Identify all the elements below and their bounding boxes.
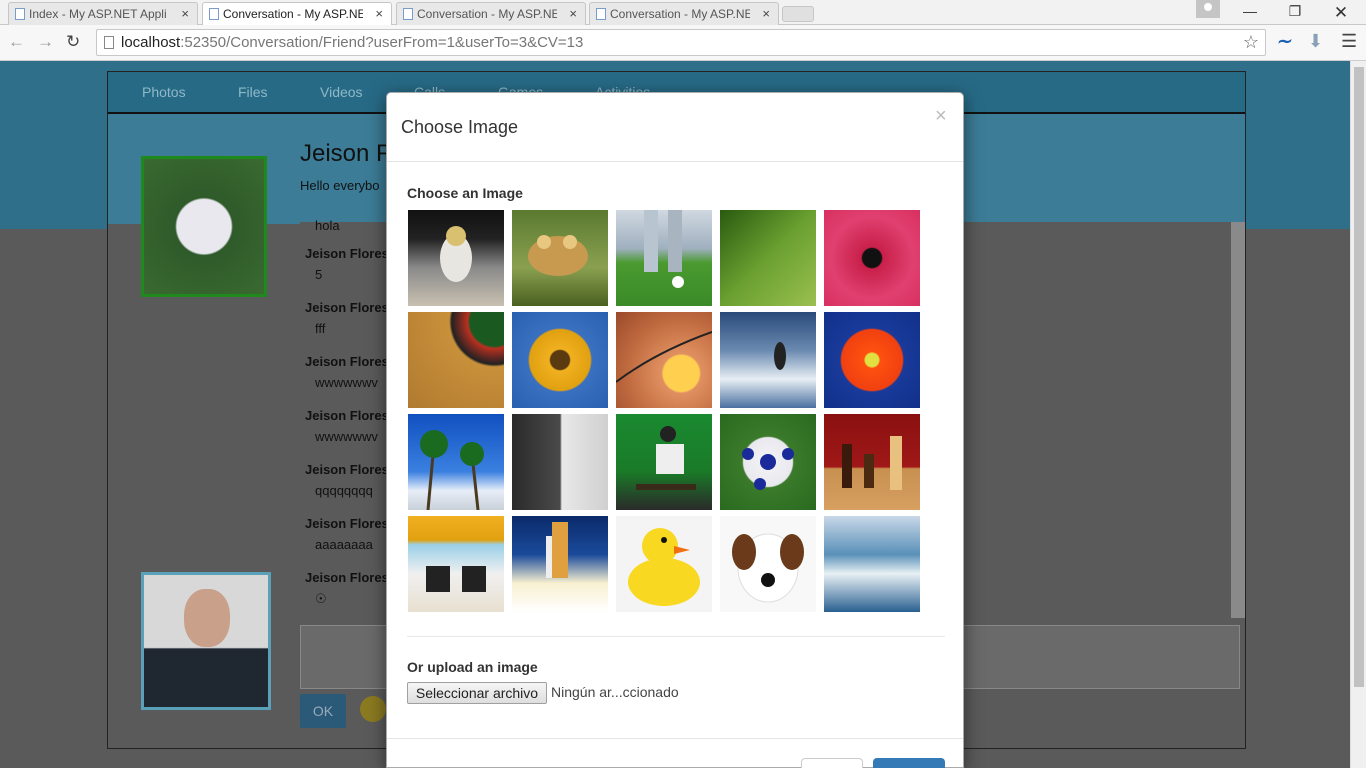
- tab-title: Conversation - My ASP.NE: [223, 7, 363, 21]
- divider: [407, 636, 945, 637]
- browser-tab[interactable]: Index - My ASP.NET Appli ×: [8, 2, 198, 25]
- file-status-text: Ningún ar...ccionado: [551, 684, 679, 700]
- nav-photos[interactable]: Photos: [142, 84, 186, 100]
- image-option-rubber-duck[interactable]: [616, 516, 712, 612]
- tab-title: Index - My ASP.NET Appli: [29, 7, 167, 21]
- browser-tab-strip: Index - My ASP.NET Appli × Conversation …: [0, 0, 1366, 26]
- menu-icon[interactable]: ☰: [1341, 31, 1357, 52]
- browser-tab[interactable]: Conversation - My ASP.NE ×: [589, 2, 779, 25]
- choose-image-dialog: Choose Image × Choose an Image Or upload…: [386, 92, 964, 768]
- image-option-frog[interactable]: [512, 210, 608, 306]
- image-option-roulette[interactable]: [408, 312, 504, 408]
- page-icon: [209, 8, 219, 20]
- reload-icon[interactable]: ↻: [66, 32, 80, 52]
- download-icon[interactable]: ⬇: [1308, 31, 1323, 52]
- close-tab-icon[interactable]: ×: [762, 6, 770, 21]
- message: Jeison Flores qqqqqqqq: [305, 462, 389, 498]
- choose-heading: Choose an Image: [407, 185, 523, 201]
- cancel-button[interactable]: [801, 758, 863, 768]
- close-window-icon[interactable]: ✕: [1326, 3, 1356, 22]
- friend-name: Jeison F: [300, 140, 391, 167]
- browser-tab-active[interactable]: Conversation - My ASP.NE ×: [202, 2, 392, 26]
- friend-avatar: [141, 156, 267, 297]
- tab-title: Conversation - My ASP.NE: [417, 7, 557, 21]
- message: Jeison Flores aaaaaaaa: [305, 516, 389, 552]
- choose-file-button[interactable]: Seleccionar archivo: [407, 682, 547, 704]
- image-option-orange-flower[interactable]: [824, 312, 920, 408]
- image-option-skateboarder[interactable]: [616, 414, 712, 510]
- message: hola: [315, 218, 340, 233]
- confirm-button[interactable]: [873, 758, 945, 768]
- image-option-palm-trees[interactable]: [408, 414, 504, 510]
- user-avatar: [141, 572, 271, 710]
- page-icon: [15, 8, 25, 20]
- page-icon: [596, 8, 606, 20]
- image-option-puppy[interactable]: [720, 516, 816, 612]
- close-icon[interactable]: ×: [935, 105, 947, 128]
- message: Jeison Flores wwwwwwv: [305, 408, 389, 444]
- message: Jeison Flores fff: [305, 300, 389, 336]
- new-tab-button[interactable]: [782, 6, 814, 22]
- nav-files[interactable]: Files: [238, 84, 268, 100]
- image-option-surfer[interactable]: [720, 312, 816, 408]
- close-tab-icon[interactable]: ×: [375, 6, 383, 21]
- restore-icon[interactable]: ❐: [1280, 3, 1310, 21]
- image-option-wave[interactable]: [824, 516, 920, 612]
- dialog-header: Choose Image ×: [387, 93, 963, 162]
- message: Jeison Flores 5: [305, 246, 389, 282]
- upload-heading: Or upload an image: [407, 659, 538, 675]
- emoji-icon: ☉: [315, 591, 327, 606]
- friend-status: Hello everybo: [300, 178, 380, 193]
- url-text: localhost:52350/Conversation/Friend?user…: [121, 34, 584, 51]
- profile-icon[interactable]: [1196, 0, 1220, 18]
- back-icon[interactable]: ←: [8, 32, 25, 52]
- dialog-footer-divider: [387, 738, 963, 739]
- message: Jeison Flores wwwwwwv: [305, 354, 389, 390]
- image-option-beach-chairs[interactable]: [408, 516, 504, 612]
- minimize-icon[interactable]: —: [1235, 3, 1265, 21]
- image-option-horses[interactable]: [512, 414, 608, 510]
- image-option-astronaut[interactable]: [408, 210, 504, 306]
- nav-videos[interactable]: Videos: [320, 84, 363, 100]
- page-icon: [104, 36, 114, 49]
- image-option-space-shuttle[interactable]: [512, 516, 608, 612]
- forward-icon[interactable]: →: [37, 32, 54, 52]
- emoji-picker-icon[interactable]: [360, 696, 386, 722]
- send-ok-button[interactable]: OK: [300, 694, 346, 728]
- tab-title: Conversation - My ASP.NE: [610, 7, 750, 21]
- close-tab-icon[interactable]: ×: [181, 6, 189, 21]
- page-scrollbar[interactable]: [1350, 61, 1366, 768]
- extension-icon[interactable]: ∼: [1276, 31, 1291, 52]
- browser-toolbar: ← → ↻ localhost:52350/Conversation/Frien…: [0, 25, 1366, 61]
- image-option-pink-flower[interactable]: [824, 210, 920, 306]
- bookmark-star-icon[interactable]: ☆: [1243, 32, 1259, 53]
- dialog-title: Choose Image: [401, 117, 519, 137]
- browser-tab[interactable]: Conversation - My ASP.NE ×: [396, 2, 586, 25]
- close-tab-icon[interactable]: ×: [569, 6, 577, 21]
- image-option-golf[interactable]: [616, 210, 712, 306]
- image-option-soccer-ball[interactable]: [720, 414, 816, 510]
- image-option-chess[interactable]: [824, 414, 920, 510]
- image-grid: [408, 210, 924, 614]
- page-icon: [403, 8, 413, 20]
- image-option-sunset-grass[interactable]: [616, 312, 712, 408]
- message: Jeison Flores ☉: [305, 570, 389, 606]
- image-option-leaf[interactable]: [720, 210, 816, 306]
- image-option-sunflower[interactable]: [512, 312, 608, 408]
- address-bar[interactable]: localhost:52350/Conversation/Friend?user…: [96, 29, 1266, 56]
